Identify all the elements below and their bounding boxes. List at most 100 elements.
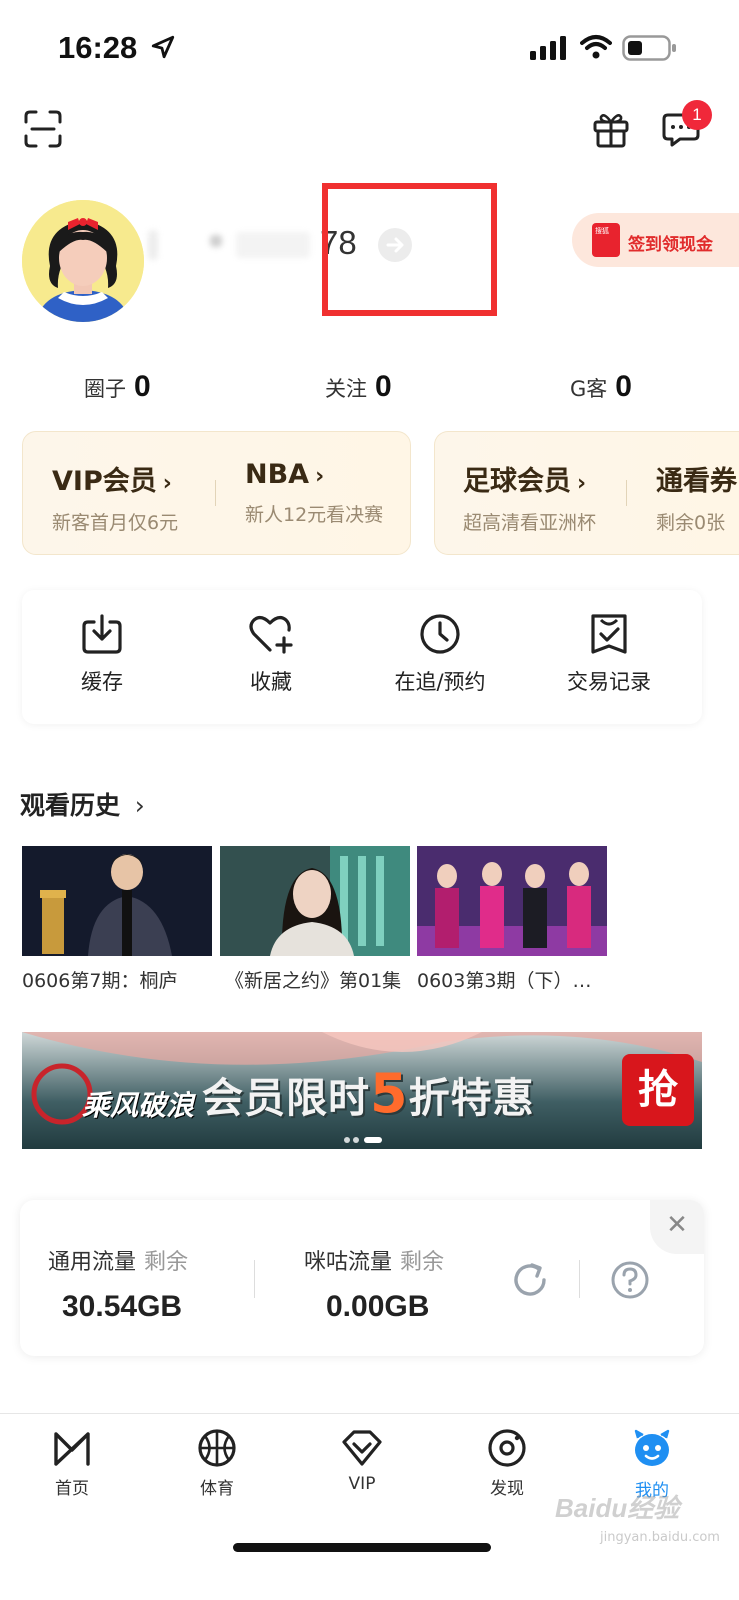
gift-icon[interactable] bbox=[592, 110, 630, 148]
banner-text: 折特惠 bbox=[408, 1074, 535, 1122]
battery-icon bbox=[622, 35, 676, 61]
blurred-name-fragment bbox=[210, 235, 222, 247]
quick-transactions[interactable]: 交易记录 bbox=[539, 612, 679, 696]
divider bbox=[626, 480, 627, 506]
thumbnail-image bbox=[417, 846, 607, 956]
promo-football[interactable]: 足球会员 › 超高清看亚洲杯 bbox=[463, 459, 596, 535]
grab-button[interactable]: 抢 bbox=[622, 1054, 694, 1126]
chevron-right-icon: › bbox=[162, 471, 172, 496]
stat-gke[interactable]: G客 0 bbox=[570, 370, 632, 404]
watch-history-title[interactable]: 观看历史 › bbox=[20, 786, 145, 822]
stat-following[interactable]: 关注 0 bbox=[325, 370, 392, 404]
tab-label: 体育 bbox=[200, 1479, 234, 1499]
history-thumbnail[interactable] bbox=[417, 846, 607, 956]
message-badge: 1 bbox=[682, 100, 712, 130]
signin-cash-label[interactable]: 签到领现金 bbox=[628, 230, 713, 255]
discover-icon bbox=[488, 1429, 526, 1467]
traffic-remaining-label: 剩余 bbox=[144, 1250, 189, 1275]
quick-label: 交易记录 bbox=[567, 670, 651, 694]
quick-label: 收藏 bbox=[250, 670, 292, 694]
promo-title: VIP会员 bbox=[52, 466, 157, 497]
red-envelope-icon: 搜狐 bbox=[592, 223, 620, 257]
chevron-right-icon: › bbox=[577, 471, 587, 496]
promo-pass[interactable]: 通看券 剩余0张 bbox=[656, 459, 737, 535]
tab-sports[interactable]: 体育 bbox=[162, 1428, 272, 1499]
promo-subtitle: 新客首月仅6元 bbox=[52, 512, 179, 534]
baidu-watermark-url: jingyan.baidu.com bbox=[600, 1530, 720, 1545]
traffic-label: 通用流量 bbox=[48, 1250, 137, 1275]
traffic-value: 30.54GB bbox=[62, 1290, 183, 1323]
history-caption: 0606第7期：桐庐 bbox=[22, 970, 178, 992]
status-bar: 16:28 bbox=[0, 0, 739, 95]
divider bbox=[579, 1260, 580, 1298]
promo-subtitle: 剩余0张 bbox=[656, 512, 726, 534]
home-icon bbox=[54, 1432, 90, 1466]
carousel-dots bbox=[344, 1137, 382, 1143]
chevron-right-icon: › bbox=[315, 464, 325, 489]
banner-text: 会员限时 bbox=[202, 1074, 370, 1122]
quick-label: 在追/预约 bbox=[394, 670, 486, 694]
cellular-signal-icon bbox=[530, 36, 566, 60]
tab-discover[interactable]: 发现 bbox=[452, 1428, 562, 1499]
scan-icon[interactable] bbox=[24, 110, 62, 148]
divider bbox=[254, 1260, 255, 1298]
tab-home[interactable]: 首页 bbox=[17, 1428, 127, 1499]
stat-value: 0 bbox=[134, 370, 151, 403]
close-icon[interactable]: ✕ bbox=[650, 1200, 704, 1254]
quick-following-shows[interactable]: 在追/预约 bbox=[370, 612, 510, 696]
home-indicator[interactable] bbox=[233, 1543, 491, 1552]
profile-face-icon bbox=[634, 1429, 670, 1466]
heart-plus-icon bbox=[249, 616, 293, 654]
stat-value: 0 bbox=[615, 370, 632, 403]
general-traffic: 通用流量 剩余 30.54GB bbox=[48, 1244, 188, 1324]
history-caption: 《新居之约》第01集 bbox=[225, 970, 402, 992]
tab-vip[interactable]: VIP bbox=[307, 1428, 417, 1494]
thumbnail-image bbox=[22, 846, 212, 956]
avatar-illustration bbox=[22, 200, 144, 322]
history-caption: 0603第3期（下）… bbox=[417, 970, 592, 992]
promo-card-football: 足球会员 › 超高清看亚洲杯 通看券 剩余0张 bbox=[434, 431, 739, 555]
envelope-label: 搜狐 bbox=[595, 227, 609, 235]
tab-label: 首页 bbox=[55, 1479, 89, 1499]
avatar[interactable] bbox=[22, 200, 144, 322]
baidu-watermark: Baidu经验 bbox=[555, 1493, 680, 1523]
quick-label: 缓存 bbox=[81, 670, 123, 694]
migu-traffic: 咪咕流量 剩余 0.00GB bbox=[304, 1244, 444, 1324]
promo-subtitle: 新人12元看决赛 bbox=[245, 504, 384, 526]
help-icon[interactable] bbox=[610, 1260, 650, 1300]
history-thumbnail[interactable] bbox=[22, 846, 212, 956]
quick-cache[interactable]: 缓存 bbox=[32, 612, 172, 696]
download-icon bbox=[82, 614, 122, 654]
stat-label: 圈子 bbox=[84, 377, 126, 401]
promo-banner[interactable]: 乘风破浪 会员限时5折特惠 抢 bbox=[22, 1032, 702, 1149]
traffic-label: 咪咕流量 bbox=[304, 1250, 393, 1275]
traffic-remaining-label: 剩余 bbox=[400, 1250, 445, 1275]
banner-headline: 会员限时5折特惠 bbox=[202, 1062, 535, 1125]
promo-title: 足球会员 bbox=[463, 466, 571, 497]
traffic-value: 0.00GB bbox=[326, 1290, 430, 1323]
divider bbox=[215, 480, 216, 506]
thumbnail-image bbox=[220, 846, 410, 956]
promo-card-vip: VIP会员 › 新客首月仅6元 NBA › 新人12元看决赛 bbox=[22, 431, 411, 555]
vip-diamond-icon bbox=[342, 1430, 382, 1466]
history-thumbnail[interactable] bbox=[220, 846, 410, 956]
status-time: 16:28 bbox=[58, 30, 138, 65]
tab-label: 发现 bbox=[490, 1479, 524, 1499]
banner-brand: 乘风破浪 bbox=[82, 1089, 195, 1122]
location-arrow-icon bbox=[151, 35, 175, 59]
section-title: 观看历史 bbox=[20, 791, 121, 820]
stat-label: 关注 bbox=[325, 377, 367, 401]
chevron-right-icon: › bbox=[134, 791, 145, 820]
refresh-icon[interactable] bbox=[510, 1260, 550, 1300]
stat-circles[interactable]: 圈子 0 bbox=[84, 370, 151, 404]
basketball-icon bbox=[198, 1429, 236, 1467]
wifi-icon bbox=[580, 35, 612, 59]
highlight-annotation-box bbox=[322, 183, 497, 316]
clock-icon bbox=[420, 614, 460, 654]
promo-title: NBA bbox=[245, 459, 310, 490]
blurred-username bbox=[236, 232, 310, 258]
promo-nba[interactable]: NBA › 新人12元看决赛 bbox=[245, 459, 383, 527]
promo-vip[interactable]: VIP会员 › 新客首月仅6元 bbox=[52, 459, 178, 535]
blurred-name-edge bbox=[148, 230, 158, 260]
quick-favorites[interactable]: 收藏 bbox=[201, 612, 341, 696]
